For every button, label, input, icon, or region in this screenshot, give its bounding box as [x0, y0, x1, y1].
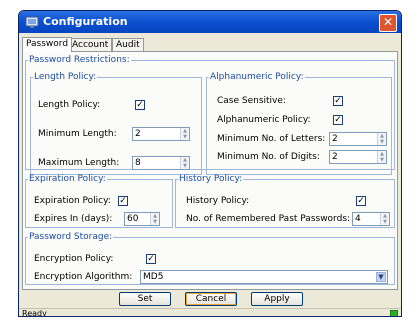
spinner-arrows-icon[interactable]: ▲ ▼: [150, 213, 159, 225]
spinner-arrows-icon[interactable]: ▲ ▼: [380, 213, 389, 225]
cancel-button[interactable]: Cancel: [185, 292, 237, 306]
history-policy-group: History Policy: History Policy: ✓ No. of…: [175, 174, 395, 228]
history-policy-label: History Policy:: [186, 196, 250, 206]
history-policy-checkbox[interactable]: ✓: [356, 196, 366, 206]
encryption-algorithm-select[interactable]: MD5 ▼: [140, 270, 388, 284]
expires-in-days-spinner[interactable]: 60 ▲ ▼: [124, 212, 160, 226]
encryption-algorithm-value: MD5: [143, 272, 164, 282]
expires-in-days-value: 60: [127, 214, 139, 224]
minimum-length-value: 2: [135, 129, 141, 139]
password-storage-legend: Password Storage:: [29, 232, 113, 242]
checkmark-icon: ✓: [334, 96, 342, 106]
remembered-passwords-value: 4: [355, 214, 361, 224]
alphanumeric-policy-group: Alphanumeric Policy: Case Sensitive: ✓ A…: [206, 72, 392, 175]
minimum-digits-value: 2: [332, 152, 338, 162]
title-bar[interactable]: Configuration ✕: [19, 11, 401, 33]
close-icon: ✕: [382, 15, 394, 29]
maximum-length-label: Maximum Length:: [38, 158, 120, 168]
remembered-passwords-label: No. of Remembered Past Passwords:: [186, 214, 351, 224]
alphanumeric-policy-legend: Alphanumeric Policy:: [210, 72, 304, 82]
set-button[interactable]: Set: [119, 292, 171, 306]
expiration-policy-checkbox[interactable]: ✓: [118, 196, 128, 206]
tab-account[interactable]: Account: [68, 38, 113, 51]
password-storage-group: Password Storage: Encryption Policy: ✓ E…: [25, 232, 395, 285]
status-bar: Ready: [19, 308, 401, 317]
minimum-length-label: Minimum Length:: [38, 129, 117, 139]
length-policy-checkbox[interactable]: ✓: [135, 100, 145, 110]
history-policy-legend: History Policy:: [179, 174, 243, 184]
close-button[interactable]: ✕: [379, 14, 397, 32]
app-icon: [25, 16, 39, 28]
encryption-policy-label: Encryption Policy:: [34, 254, 114, 264]
tab-audit[interactable]: Audit: [112, 38, 144, 51]
minimum-length-spinner[interactable]: 2 ▲ ▼: [132, 127, 190, 141]
configuration-window: Configuration ✕ Password Account Audit P…: [18, 10, 402, 317]
case-sensitive-label: Case Sensitive:: [217, 96, 286, 106]
case-sensitive-checkbox[interactable]: ✓: [333, 96, 343, 106]
length-policy-legend: Length Policy:: [34, 72, 97, 82]
checkmark-icon: ✓: [136, 100, 144, 110]
expiration-policy-group: Expiration Policy: Expiration Policy: ✓ …: [25, 174, 173, 228]
encryption-policy-checkbox[interactable]: ✓: [146, 254, 156, 264]
alphanumeric-policy-label: Alphanumeric Policy:: [217, 115, 311, 125]
encryption-algorithm-label: Encryption Algorithm:: [34, 272, 133, 282]
minimum-digits-label: Minimum No. of Digits:: [217, 152, 320, 162]
remembered-passwords-spinner[interactable]: 4 ▲ ▼: [352, 212, 390, 226]
checkmark-icon: ✓: [357, 196, 365, 206]
minimum-letters-spinner[interactable]: 2 ▲ ▼: [329, 132, 387, 146]
minimum-letters-value: 2: [332, 134, 338, 144]
status-text: Ready: [22, 309, 47, 317]
tab-password[interactable]: Password: [22, 37, 73, 52]
password-restrictions-legend: Password Restrictions:: [29, 55, 130, 65]
chevron-down-icon[interactable]: ▼: [376, 272, 386, 282]
expires-in-days-label: Expires In (days):: [34, 214, 113, 224]
minimum-letters-label: Minimum No. of Letters:: [217, 134, 326, 144]
spinner-arrows-icon[interactable]: ▲ ▼: [180, 157, 189, 169]
checkmark-icon: ✓: [334, 115, 342, 125]
spinner-arrows-icon[interactable]: ▲ ▼: [180, 128, 189, 140]
password-restrictions-group: Password Restrictions: Length Policy: Le…: [25, 55, 395, 175]
window-title: Configuration: [43, 15, 128, 28]
checkmark-icon: ✓: [147, 254, 155, 264]
password-tab-panel: Password Restrictions: Length Policy: Le…: [22, 51, 398, 290]
minimum-digits-spinner[interactable]: 2 ▲ ▼: [329, 150, 387, 164]
length-policy-label: Length Policy:: [38, 100, 101, 110]
spinner-arrows-icon[interactable]: ▲ ▼: [377, 133, 386, 145]
expiration-policy-legend: Expiration Policy:: [29, 174, 106, 184]
maximum-length-spinner[interactable]: 8 ▲ ▼: [132, 156, 190, 170]
length-policy-group: Length Policy: Length Policy: ✓ Minimum …: [30, 72, 202, 175]
maximum-length-value: 8: [135, 158, 141, 168]
checkmark-icon: ✓: [119, 196, 127, 206]
alphanumeric-policy-checkbox[interactable]: ✓: [333, 115, 343, 125]
expiration-policy-label: Expiration Policy:: [34, 196, 111, 206]
spinner-arrows-icon[interactable]: ▲ ▼: [377, 151, 386, 163]
status-indicator-icon: [390, 310, 398, 316]
apply-button[interactable]: Apply: [251, 292, 303, 306]
